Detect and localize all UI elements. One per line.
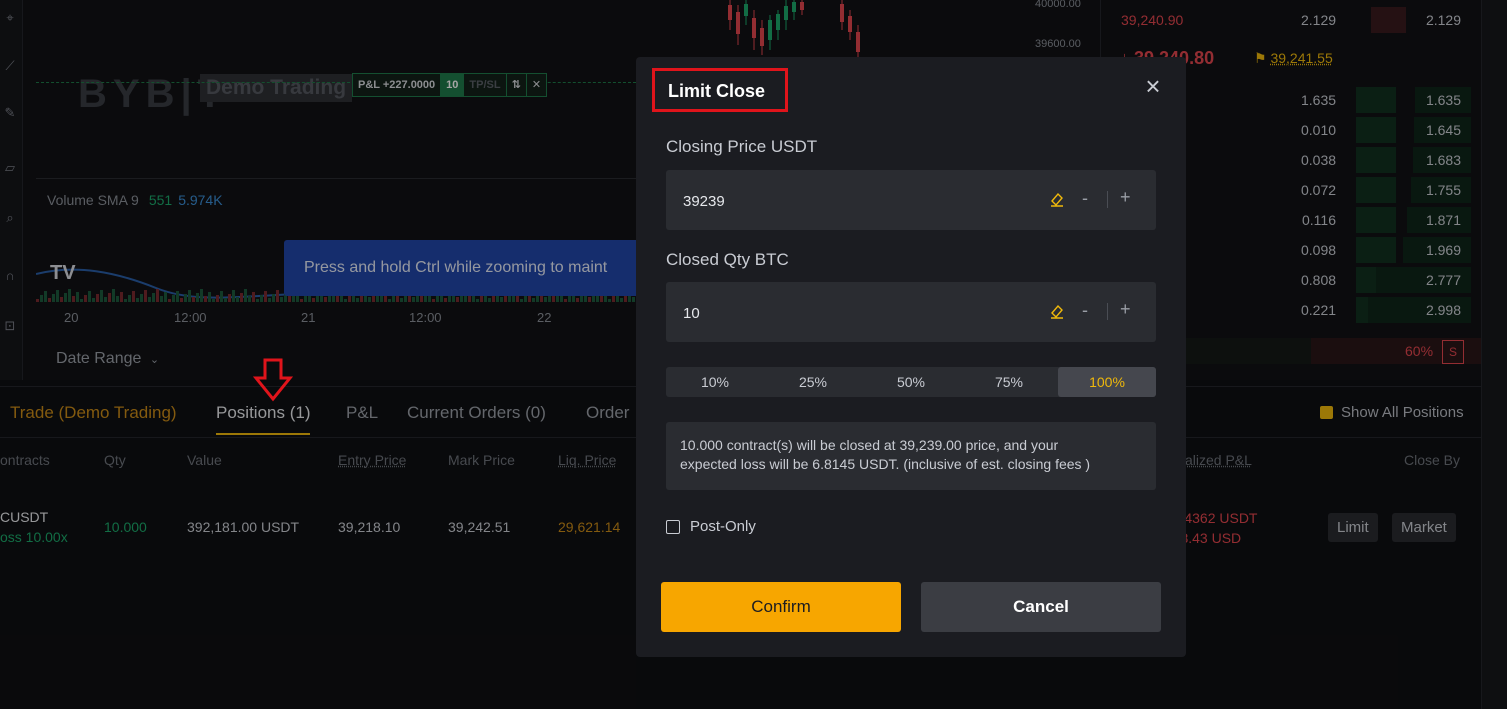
- eraser-icon[interactable]: [1049, 303, 1065, 319]
- closed-qty-label: Closed Qty BTC: [666, 250, 789, 269]
- cancel-button[interactable]: Cancel: [921, 582, 1161, 632]
- post-only-option[interactable]: Post-Only: [666, 518, 756, 535]
- stepper-divider: [1107, 191, 1108, 208]
- stepper-divider: [1107, 303, 1108, 320]
- limit-close-dialog: Limit Close × Closing Price USDT - + Clo…: [636, 57, 1186, 657]
- close-summary: 10.000 contract(s) will be closed at 39,…: [666, 422, 1156, 490]
- pct-25-button[interactable]: 25%: [764, 367, 862, 397]
- confirm-button[interactable]: Confirm: [661, 582, 901, 632]
- closing-price-input[interactable]: [681, 170, 985, 232]
- pct-100-button[interactable]: 100%: [1058, 367, 1156, 397]
- post-only-checkbox[interactable]: [666, 519, 680, 534]
- dialog-title: Limit Close: [652, 68, 789, 112]
- close-icon[interactable]: ×: [1141, 73, 1165, 99]
- price-increment-button[interactable]: +: [1120, 187, 1131, 208]
- closed-qty-input[interactable]: [681, 282, 985, 344]
- pct-10-button[interactable]: 10%: [666, 367, 764, 397]
- red-arrow-annotation-icon: [253, 358, 293, 402]
- closing-price-field: - +: [666, 170, 1156, 232]
- price-decrement-button[interactable]: -: [1082, 188, 1088, 209]
- pct-50-button[interactable]: 50%: [862, 367, 960, 397]
- percentage-selector: 10% 25% 50% 75% 100%: [666, 367, 1156, 397]
- qty-decrement-button[interactable]: -: [1082, 300, 1088, 321]
- eraser-icon[interactable]: [1049, 191, 1065, 207]
- closed-qty-field: - +: [666, 282, 1156, 344]
- post-only-label: Post-Only: [690, 518, 756, 535]
- summary-line: 10.000 contract(s) will be closed at 39,…: [680, 437, 1059, 453]
- qty-increment-button[interactable]: +: [1120, 299, 1131, 320]
- closing-price-label: Closing Price USDT: [666, 137, 818, 156]
- pct-75-button[interactable]: 75%: [960, 367, 1058, 397]
- summary-line: expected loss will be 6.8145 USDT. (incl…: [680, 456, 1091, 472]
